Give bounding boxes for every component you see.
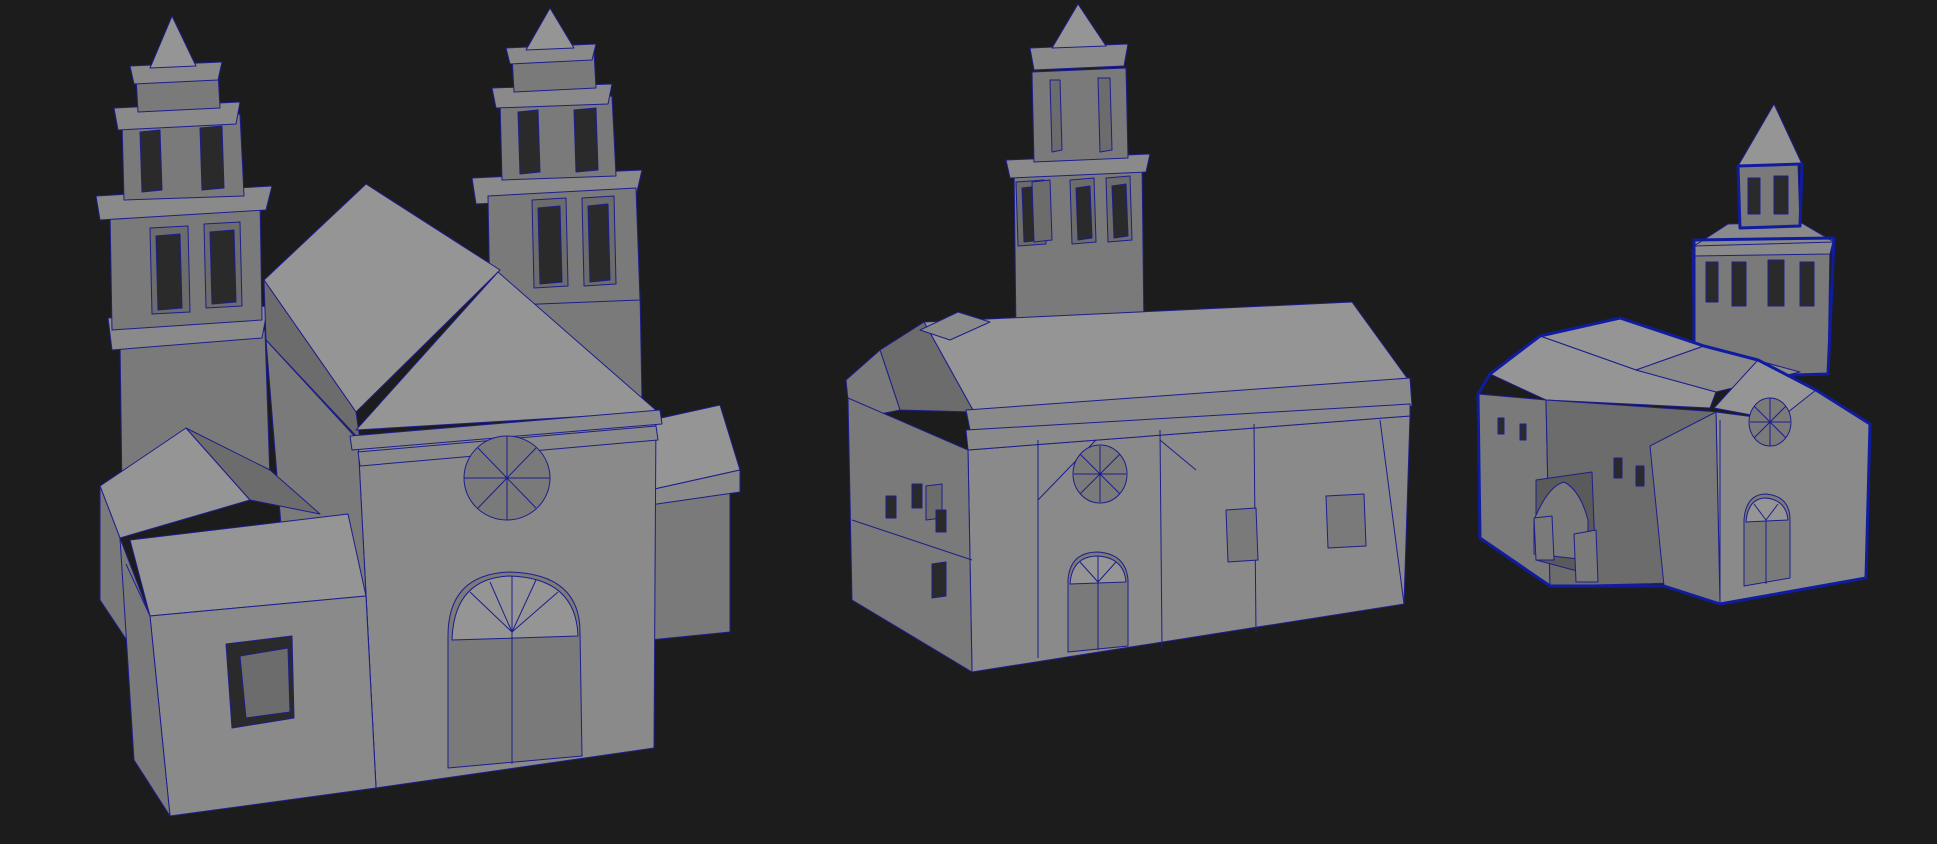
viewport-canvas[interactable]: [0, 0, 1937, 844]
center-bell-tower[interactable]: [1005, 3, 1151, 335]
church-medium-single-tower[interactable]: [845, 3, 1413, 673]
3d-viewport[interactable]: [0, 0, 1937, 844]
church-small-single-tower[interactable]: [1476, 103, 1872, 606]
rose-window: [1072, 444, 1128, 504]
rose-window: [1748, 397, 1792, 447]
main-door: [447, 571, 583, 769]
church-large-twin-towers[interactable]: [95, 7, 741, 817]
left-bell-tower[interactable]: [95, 15, 273, 493]
main-door: [1743, 493, 1791, 587]
rose-window: [463, 435, 551, 521]
small-bell-tower[interactable]: [1691, 103, 1836, 380]
main-door: [1067, 551, 1129, 653]
